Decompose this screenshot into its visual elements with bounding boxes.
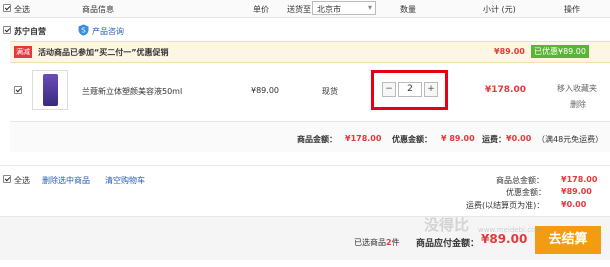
product-consult-link[interactable]: 产品咨询 bbox=[92, 26, 124, 37]
product-bottle-icon bbox=[43, 74, 58, 106]
payable-label: 商品应付金额： bbox=[416, 239, 480, 249]
header-ship-to: 送货至 bbox=[287, 5, 311, 14]
shipping-value: ¥0.00 bbox=[506, 134, 532, 143]
move-to-favorites-link[interactable]: 移入收藏夹 bbox=[557, 83, 597, 94]
decrease-qty-button[interactable]: − bbox=[382, 82, 396, 97]
selected-count-text: 已选商品2件 bbox=[354, 237, 400, 248]
footer-discount-label: 优惠金额： bbox=[506, 188, 546, 197]
quantity-input[interactable]: 2 bbox=[398, 82, 422, 97]
footer-select-all[interactable]: 全选 bbox=[14, 175, 30, 186]
item-checkbox[interactable] bbox=[14, 86, 22, 94]
total-amount-value: ¥178.00 bbox=[561, 175, 598, 184]
shipping-label: 运费： bbox=[482, 135, 506, 144]
footer-discount-value: ¥89.00 bbox=[561, 187, 592, 196]
watermark-brand: 没得比 bbox=[424, 216, 470, 234]
select-all-checkbox-top[interactable] bbox=[3, 4, 11, 12]
selected-prefix: 已选商品 bbox=[354, 238, 386, 247]
header-product-info: 商品信息 bbox=[82, 5, 114, 14]
product-name[interactable]: 兰蔻新立体塑颜美容液50ml bbox=[82, 86, 182, 97]
divider-footer bbox=[0, 165, 610, 166]
goods-amount-label: 商品金额： bbox=[297, 135, 337, 144]
chevron-down-icon: ▾ bbox=[367, 3, 372, 12]
selected-suffix: 件 bbox=[391, 238, 400, 247]
watermark-url: www.meidebi.com bbox=[478, 226, 543, 234]
header-unit-price: 单价 bbox=[253, 5, 269, 14]
promo-text: 活动商品已参加“买二付一”优惠促销 bbox=[38, 48, 169, 57]
store-checkbox[interactable] bbox=[3, 26, 11, 34]
goods-amount-value: ¥178.00 bbox=[345, 134, 382, 143]
select-all-checkbox-bottom[interactable] bbox=[3, 175, 11, 183]
footer-shipping-value: ¥0.00 bbox=[561, 200, 587, 209]
payable-value: ¥89.00 bbox=[481, 232, 528, 246]
quantity-stepper[interactable]: − 2 + bbox=[382, 82, 438, 97]
store-name[interactable]: 苏宁自营 bbox=[14, 26, 46, 37]
total-amount-label: 商品总金额： bbox=[496, 176, 544, 185]
discount-amount-value: ¥ 89.00 bbox=[441, 134, 475, 143]
svg-text:S: S bbox=[81, 27, 86, 35]
increase-qty-button[interactable]: + bbox=[424, 82, 438, 97]
header-subtotal: 小计 (元) bbox=[483, 5, 516, 14]
header-actions: 操作 bbox=[564, 5, 580, 14]
product-thumbnail[interactable] bbox=[32, 70, 68, 110]
consult-icon[interactable]: S bbox=[78, 24, 89, 36]
header-quantity: 数量 bbox=[400, 5, 416, 14]
delete-selected-link[interactable]: 删除选中商品 bbox=[42, 175, 90, 186]
checkout-button[interactable]: 去结算 bbox=[535, 226, 601, 254]
footer-shipping-label: 运费(以结算页为准)： bbox=[466, 201, 545, 210]
promo-badge: 满减 bbox=[14, 46, 32, 58]
header-select-all: 全选 bbox=[14, 5, 30, 14]
city-select-value: 北京市 bbox=[317, 5, 341, 14]
discount-badge: 已优惠¥89.00 bbox=[531, 45, 589, 58]
discount-amount-label: 优惠金额： bbox=[392, 135, 432, 144]
item-stock-status: 现货 bbox=[322, 87, 338, 96]
clear-cart-link[interactable]: 清空购物车 bbox=[105, 175, 145, 186]
shipping-note: （满48元免运费） bbox=[537, 135, 604, 144]
promo-price: ¥89.00 bbox=[494, 47, 525, 56]
item-unit-price: ¥89.00 bbox=[251, 86, 279, 95]
delete-item-link[interactable]: 删除 bbox=[570, 99, 586, 110]
item-subtotal: ¥178.00 bbox=[485, 85, 526, 95]
city-select[interactable]: 北京市 ▾ bbox=[312, 1, 376, 15]
